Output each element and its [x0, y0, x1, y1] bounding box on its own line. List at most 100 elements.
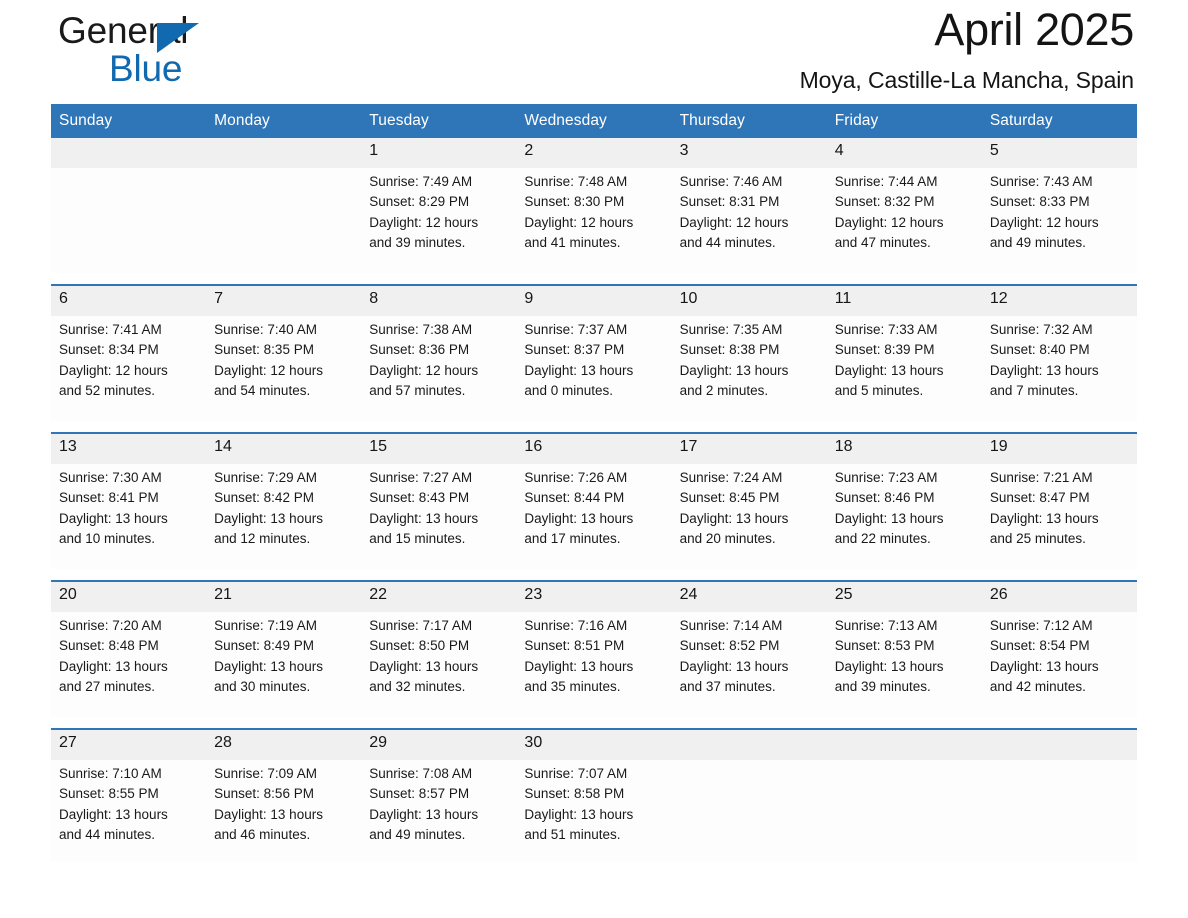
sunset-text: Sunset: 8:35 PM [214, 342, 314, 358]
day-cell[interactable]: Sunrise: 7:07 AM Sunset: 8:58 PM Dayligh… [516, 760, 672, 862]
day-cell[interactable]: Sunrise: 7:30 AM Sunset: 8:41 PM Dayligh… [51, 464, 207, 569]
sunrise-text: Sunrise: 7:20 AM [59, 618, 162, 633]
day-cell[interactable]: Sunrise: 7:33 AM Sunset: 8:39 PM Dayligh… [826, 316, 982, 421]
day-cell[interactable] [206, 168, 362, 273]
day-number[interactable]: 22 [361, 582, 517, 612]
sunset-text: Sunset: 8:55 PM [59, 786, 159, 802]
day-cell[interactable]: Sunrise: 7:35 AM Sunset: 8:38 PM Dayligh… [671, 316, 827, 421]
day-number[interactable]: 10 [671, 286, 827, 316]
day-number[interactable] [51, 138, 207, 168]
day-number[interactable]: 25 [826, 582, 982, 612]
day-cell[interactable] [826, 760, 982, 862]
day-cell[interactable]: Sunrise: 7:10 AM Sunset: 8:55 PM Dayligh… [51, 760, 207, 862]
day-cell[interactable]: Sunrise: 7:20 AM Sunset: 8:48 PM Dayligh… [51, 612, 207, 717]
day-number[interactable]: 15 [361, 434, 517, 464]
day-cell[interactable]: Sunrise: 7:48 AM Sunset: 8:30 PM Dayligh… [516, 168, 672, 273]
daylight-text-line1: Daylight: 13 hours [989, 362, 1099, 378]
sunrise-text: Sunrise: 7:38 AM [369, 322, 473, 337]
day-cell[interactable]: Sunrise: 7:12 AM Sunset: 8:54 PM Dayligh… [981, 612, 1137, 717]
daylight-text-line1: Daylight: 13 hours [214, 658, 323, 674]
daylight-text-line1: Daylight: 13 hours [834, 658, 944, 674]
row-spacer-cell [51, 273, 1137, 284]
day-cell[interactable] [981, 760, 1137, 862]
sunset-text: Sunset: 8:49 PM [214, 638, 314, 654]
day-number[interactable]: 26 [981, 582, 1137, 612]
day-cell[interactable]: Sunrise: 7:32 AM Sunset: 8:40 PM Dayligh… [981, 316, 1137, 421]
row-spacer-cell [51, 421, 1137, 432]
day-number[interactable] [826, 730, 982, 760]
day-cell[interactable] [671, 760, 827, 862]
day-number[interactable] [671, 730, 827, 760]
day-cell[interactable]: Sunrise: 7:29 AM Sunset: 8:42 PM Dayligh… [206, 464, 362, 569]
day-cell[interactable]: Sunrise: 7:24 AM Sunset: 8:45 PM Dayligh… [671, 464, 827, 569]
day-number[interactable]: 7 [206, 286, 362, 316]
daylight-text-line1: Daylight: 13 hours [989, 510, 1099, 526]
day-number[interactable]: 6 [51, 286, 207, 316]
sunrise-text: Sunrise: 7:29 AM [214, 470, 317, 485]
sunrise-text: Sunrise: 7:48 AM [524, 174, 628, 189]
day-number[interactable]: 12 [981, 286, 1137, 316]
daylight-text-line1: Daylight: 12 hours [214, 362, 323, 378]
day-cell[interactable]: Sunrise: 7:19 AM Sunset: 8:49 PM Dayligh… [206, 612, 362, 717]
day-cell[interactable]: Sunrise: 7:43 AM Sunset: 8:33 PM Dayligh… [981, 168, 1137, 273]
day-cell[interactable]: Sunrise: 7:37 AM Sunset: 8:37 PM Dayligh… [516, 316, 672, 421]
day-number[interactable]: 3 [671, 138, 827, 168]
day-cell[interactable]: Sunrise: 7:21 AM Sunset: 8:47 PM Dayligh… [981, 464, 1137, 569]
day-number[interactable]: 11 [826, 286, 982, 316]
week-row-daynumbers: 6 7 8 9 10 11 12 [51, 286, 1137, 316]
sunrise-text: Sunrise: 7:27 AM [369, 470, 473, 485]
day-number[interactable]: 16 [516, 434, 672, 464]
day-cell[interactable]: Sunrise: 7:09 AM Sunset: 8:56 PM Dayligh… [206, 760, 362, 862]
day-cell[interactable]: Sunrise: 7:44 AM Sunset: 8:32 PM Dayligh… [826, 168, 982, 273]
row-spacer [51, 569, 1137, 580]
day-cell[interactable]: Sunrise: 7:49 AM Sunset: 8:29 PM Dayligh… [361, 168, 517, 273]
day-number[interactable]: 21 [206, 582, 362, 612]
day-cell[interactable] [51, 168, 207, 273]
daylight-text-line1: Daylight: 13 hours [369, 658, 479, 674]
sunset-text: Sunset: 8:36 PM [369, 342, 470, 358]
day-number[interactable]: 2 [516, 138, 672, 168]
day-number[interactable]: 9 [516, 286, 672, 316]
day-cell[interactable]: Sunrise: 7:23 AM Sunset: 8:46 PM Dayligh… [826, 464, 982, 569]
day-number[interactable]: 24 [671, 582, 827, 612]
day-number[interactable]: 14 [206, 434, 362, 464]
day-cell[interactable]: Sunrise: 7:38 AM Sunset: 8:36 PM Dayligh… [361, 316, 517, 421]
daylight-text-line1: Daylight: 12 hours [524, 214, 634, 230]
day-number[interactable]: 18 [826, 434, 982, 464]
day-cell[interactable]: Sunrise: 7:13 AM Sunset: 8:53 PM Dayligh… [826, 612, 982, 717]
day-cell[interactable]: Sunrise: 7:27 AM Sunset: 8:43 PM Dayligh… [361, 464, 517, 569]
day-number[interactable]: 5 [981, 138, 1137, 168]
day-number[interactable]: 13 [51, 434, 207, 464]
day-number[interactable]: 4 [826, 138, 982, 168]
day-number[interactable]: 29 [361, 730, 517, 760]
row-spacer-cell [51, 717, 1137, 728]
day-number[interactable] [981, 730, 1137, 760]
day-number[interactable]: 17 [671, 434, 827, 464]
day-number[interactable]: 19 [981, 434, 1137, 464]
day-number[interactable]: 23 [516, 582, 672, 612]
sunrise-text: Sunrise: 7:40 AM [214, 322, 317, 337]
day-number[interactable]: 30 [516, 730, 672, 760]
day-number[interactable]: 28 [206, 730, 362, 760]
sunset-text: Sunset: 8:39 PM [834, 342, 935, 358]
sunset-text: Sunset: 8:44 PM [524, 490, 625, 506]
day-cell[interactable]: Sunrise: 7:40 AM Sunset: 8:35 PM Dayligh… [206, 316, 362, 421]
general-blue-logo[interactable]: General Blue [58, 10, 318, 100]
sunrise-text: Sunrise: 7:44 AM [834, 174, 938, 189]
day-cell[interactable]: Sunrise: 7:14 AM Sunset: 8:52 PM Dayligh… [671, 612, 827, 717]
day-cell[interactable]: Sunrise: 7:26 AM Sunset: 8:44 PM Dayligh… [516, 464, 672, 569]
day-number[interactable] [206, 138, 362, 168]
day-cell[interactable]: Sunrise: 7:08 AM Sunset: 8:57 PM Dayligh… [361, 760, 517, 862]
daylight-text-line2: and 27 minutes. [59, 678, 156, 694]
day-cell[interactable]: Sunrise: 7:46 AM Sunset: 8:31 PM Dayligh… [671, 168, 827, 273]
daylight-text-line1: Daylight: 13 hours [59, 510, 168, 526]
day-number[interactable]: 1 [361, 138, 517, 168]
day-number[interactable]: 8 [361, 286, 517, 316]
day-number[interactable]: 27 [51, 730, 207, 760]
day-cell[interactable]: Sunrise: 7:17 AM Sunset: 8:50 PM Dayligh… [361, 612, 517, 717]
day-cell[interactable]: Sunrise: 7:41 AM Sunset: 8:34 PM Dayligh… [51, 316, 207, 421]
day-cell[interactable]: Sunrise: 7:16 AM Sunset: 8:51 PM Dayligh… [516, 612, 672, 717]
day-number[interactable]: 20 [51, 582, 207, 612]
daylight-text-line1: Daylight: 13 hours [59, 658, 168, 674]
sunset-text: Sunset: 8:42 PM [214, 490, 314, 506]
